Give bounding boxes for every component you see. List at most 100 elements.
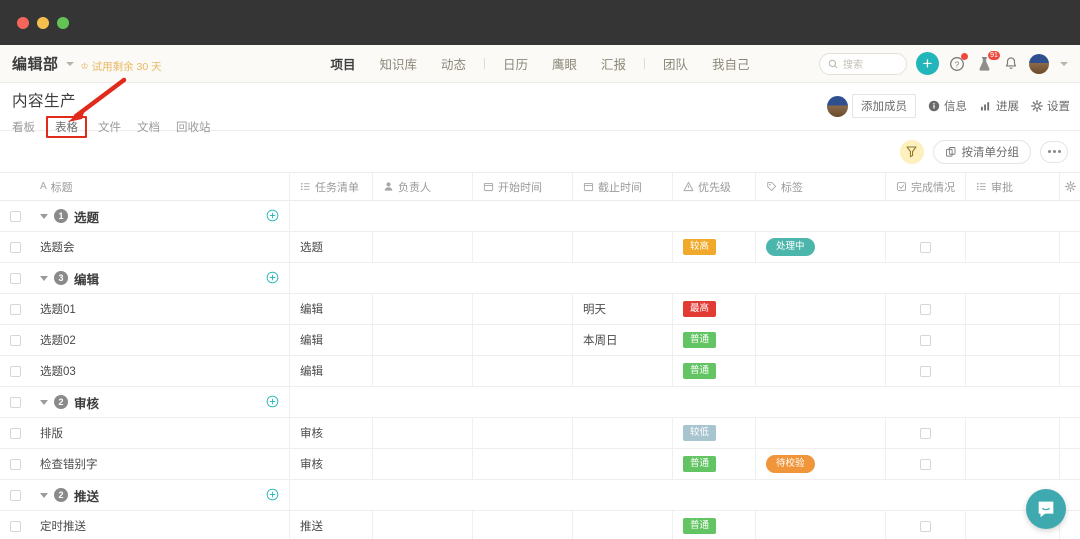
cell-start[interactable] (473, 294, 573, 324)
cell-done[interactable] (886, 232, 966, 262)
table-row[interactable]: 选题02 编辑 本周日 普通 (0, 325, 1080, 356)
global-menu-item-6[interactable]: 团队 (651, 54, 700, 73)
cell-start[interactable] (473, 325, 573, 355)
table-group-row[interactable]: 1 选题 (0, 201, 1080, 232)
group-add-task-icon[interactable] (266, 488, 279, 503)
row-select-checkbox[interactable] (9, 272, 21, 284)
table-column-header-gear[interactable] (1060, 173, 1080, 200)
table-row[interactable]: 选题01 编辑 明天 最高 (0, 294, 1080, 325)
cell-tag[interactable] (756, 325, 886, 355)
cell-title[interactable]: 排版 (30, 418, 290, 448)
close-window-button[interactable] (17, 16, 29, 29)
table-column-header-tag[interactable]: 标签 (756, 173, 886, 200)
completion-checkbox[interactable] (920, 520, 931, 532)
cell-start[interactable] (473, 449, 573, 479)
cell-due[interactable] (573, 418, 673, 448)
member-avatar[interactable] (827, 95, 848, 117)
cell-appr[interactable] (966, 294, 1060, 324)
cell-prio[interactable]: 较高 (673, 232, 756, 262)
user-menu-chevron-icon[interactable] (1060, 61, 1068, 66)
cell-done[interactable] (886, 356, 966, 386)
row-select-checkbox[interactable] (9, 520, 21, 532)
global-menu-item-3[interactable]: 日历 (491, 54, 540, 73)
table-column-header-owner[interactable]: 负责人 (373, 173, 473, 200)
table-row[interactable]: 定时推送 推送 普通 (0, 511, 1080, 539)
table-group-row[interactable]: 2 审核 (0, 387, 1080, 418)
cell-appr[interactable] (966, 325, 1060, 355)
cell-list[interactable]: 编辑 (290, 294, 373, 324)
table-row[interactable]: 检查错别字 审核 普通 待校验 (0, 449, 1080, 480)
group-collapse-icon[interactable] (40, 492, 48, 498)
cell-title[interactable]: 选题03 (30, 356, 290, 386)
cell-start[interactable] (473, 511, 573, 539)
table-column-header-start[interactable]: 开始时间 (473, 173, 573, 200)
cell-due[interactable]: 明天 (573, 294, 673, 324)
row-select-checkbox[interactable] (9, 489, 21, 501)
cell-tag[interactable] (756, 294, 886, 324)
completion-checkbox[interactable] (920, 303, 931, 315)
cell-start[interactable] (473, 232, 573, 262)
table-column-header-title[interactable]: A 标题 (30, 173, 290, 200)
cell-start[interactable] (473, 356, 573, 386)
cell-owner[interactable] (373, 449, 473, 479)
table-column-header-list[interactable]: 任务清单 (290, 173, 373, 200)
cell-done[interactable] (886, 418, 966, 448)
group-collapse-icon[interactable] (40, 213, 48, 219)
zoom-window-button[interactable] (57, 16, 69, 29)
completion-checkbox[interactable] (920, 365, 931, 377)
cell-list[interactable]: 审核 (290, 449, 373, 479)
completion-checkbox[interactable] (920, 334, 931, 346)
table-row[interactable]: 排版 审核 较低 (0, 418, 1080, 449)
group-add-task-icon[interactable] (266, 209, 279, 224)
group-add-task-icon[interactable] (266, 271, 279, 286)
row-select-checkbox[interactable] (9, 365, 21, 377)
cell-prio[interactable]: 普通 (673, 356, 756, 386)
cell-title[interactable]: 选题会 (30, 232, 290, 262)
row-select-checkbox[interactable] (9, 241, 21, 253)
cell-tag[interactable]: 待校验 (756, 449, 886, 479)
group-collapse-icon[interactable] (40, 275, 48, 281)
row-select-checkbox[interactable] (9, 396, 21, 408)
cell-appr[interactable] (966, 449, 1060, 479)
cell-tag[interactable] (756, 356, 886, 386)
notifications-icon[interactable] (1002, 55, 1020, 73)
chevron-down-icon[interactable] (65, 61, 74, 66)
search-input[interactable]: 搜索 (819, 52, 907, 75)
completion-checkbox[interactable] (920, 458, 931, 470)
filter-button[interactable] (899, 139, 924, 164)
cell-prio[interactable]: 最高 (673, 294, 756, 324)
global-menu-item-5[interactable]: 汇报 (589, 54, 638, 73)
cell-list[interactable]: 编辑 (290, 356, 373, 386)
minimize-window-button[interactable] (37, 16, 49, 29)
table-row[interactable]: 选题03 编辑 普通 (0, 356, 1080, 387)
more-options-button[interactable] (1040, 140, 1068, 163)
group-add-task-icon[interactable] (266, 395, 279, 410)
table-group-row[interactable]: 2 推送 (0, 480, 1080, 511)
row-select-checkbox[interactable] (9, 427, 21, 439)
cell-tag[interactable] (756, 511, 886, 539)
table-column-header-appr[interactable]: 审批 (966, 173, 1060, 200)
global-menu-item-4[interactable]: 鹰眼 (540, 54, 589, 73)
row-select-checkbox[interactable] (9, 334, 21, 346)
global-menu-item-1[interactable]: 知识库 (367, 54, 429, 73)
project-progress-button[interactable]: 进展 (979, 98, 1019, 114)
cell-due[interactable] (573, 356, 673, 386)
cell-title[interactable]: 定时推送 (30, 511, 290, 539)
cell-tag[interactable]: 处理中 (756, 232, 886, 262)
row-select-checkbox[interactable] (9, 210, 21, 222)
cell-done[interactable] (886, 449, 966, 479)
cell-owner[interactable] (373, 294, 473, 324)
row-select-checkbox[interactable] (9, 303, 21, 315)
project-tab-1[interactable]: 表格 (46, 116, 87, 138)
cell-done[interactable] (886, 511, 966, 539)
cell-start[interactable] (473, 418, 573, 448)
cell-list[interactable]: 编辑 (290, 325, 373, 355)
cell-title[interactable]: 检查错别字 (30, 449, 290, 479)
project-info-button[interactable]: 信息 (928, 98, 967, 114)
global-menu-item-7[interactable]: 我自己 (700, 54, 762, 73)
cell-owner[interactable] (373, 511, 473, 539)
create-button[interactable]: + (916, 52, 939, 75)
cell-prio[interactable]: 普通 (673, 511, 756, 539)
user-avatar[interactable] (1029, 53, 1049, 74)
project-tab-2[interactable]: 文件 (90, 117, 129, 137)
